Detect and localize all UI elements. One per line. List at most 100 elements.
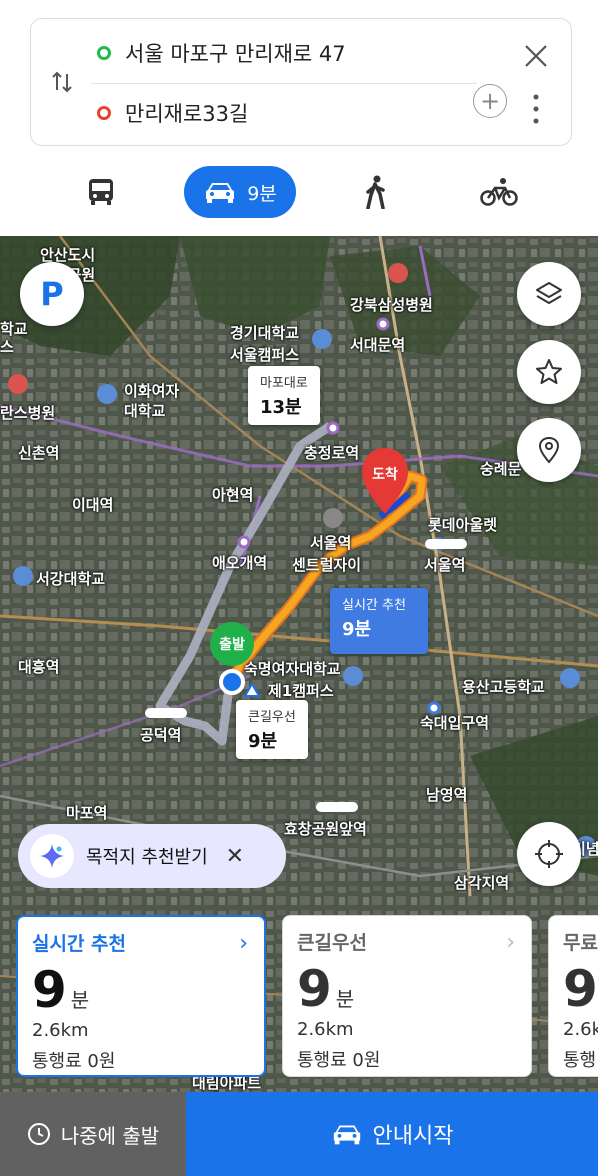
card-time-value: 9 xyxy=(297,960,332,1018)
card-title: 큰길우선 xyxy=(297,932,367,954)
map-label: 공덕역 xyxy=(140,726,182,744)
card-time: 9 분 xyxy=(32,962,250,1018)
destination-recommend-pill[interactable]: 목적지 추천받기 ✕ xyxy=(18,824,286,888)
card-toll: 통행료 0원 xyxy=(297,1050,381,1071)
card-toll: 통행 xyxy=(563,1050,597,1071)
origin-text: 서울 마포구 만리재로 47 xyxy=(125,42,346,66)
callout-name: 실시간 추천 xyxy=(342,598,406,613)
car-time-label: 9분 xyxy=(247,182,277,205)
map-label: 서강대학교 xyxy=(36,570,106,588)
more-vertical-icon xyxy=(533,94,539,124)
tab-walk[interactable] xyxy=(356,166,396,218)
tab-car[interactable]: 9분 xyxy=(184,166,296,218)
callout-name: 마포대로 xyxy=(260,376,308,391)
more-options-button[interactable] xyxy=(525,89,547,129)
parking-button[interactable]: P xyxy=(20,262,84,326)
route-search-card: 서울 마포구 만리재로 47 만리재로33길 + xyxy=(30,18,572,146)
map-label: 숙대입구역 xyxy=(420,714,490,732)
depart-later-label: 나중에 출발 xyxy=(60,1123,160,1148)
layers-button[interactable] xyxy=(517,262,581,326)
layers-icon xyxy=(536,282,562,304)
car-icon xyxy=(333,1125,360,1145)
map-label: 대학교 xyxy=(124,402,166,420)
route-card-realtime[interactable]: 실시간 추천 › 9 분 2.6km 통행료 0원 xyxy=(16,915,266,1077)
origin-field[interactable]: 서울 마포구 만리재로 47 xyxy=(97,33,346,73)
map-label: 애오개역 xyxy=(212,554,268,572)
card-title: 실시간 추천 xyxy=(32,933,127,955)
start-navigation-label: 안내시작 xyxy=(372,1124,454,1149)
map-label: 롯데아울렛 xyxy=(428,516,498,534)
map-label: 서울역 xyxy=(310,534,352,552)
destination-field[interactable]: 만리재로33길 xyxy=(97,93,248,133)
destination-pin: 도착 xyxy=(372,467,398,483)
card-time-unit: 분 xyxy=(335,987,355,1011)
map-label: 경기대학교 xyxy=(230,324,300,342)
chevron-right-icon: › xyxy=(506,930,515,955)
map-label: 충정로역 xyxy=(304,444,360,462)
bus-icon xyxy=(89,179,113,205)
card-time-value: 9 xyxy=(563,960,598,1018)
depart-later-button[interactable]: 나중에 출발 xyxy=(0,1092,186,1176)
map-label: 서대문역 xyxy=(350,336,406,354)
tab-bicycle[interactable] xyxy=(476,166,522,218)
map-label: 숭례문 xyxy=(480,460,522,478)
route-callout-mapo[interactable]: 마포대로 13분 xyxy=(248,366,320,425)
map-label: 삼각지역 xyxy=(454,874,510,892)
callout-time: 9분 xyxy=(248,731,278,752)
card-distance: 2.6km xyxy=(563,1019,598,1040)
card-time-value: 9 xyxy=(32,961,67,1019)
card-time: 9 분 xyxy=(297,961,517,1017)
map-label: 이대역 xyxy=(72,496,114,514)
callout-time: 9분 xyxy=(342,619,372,640)
card-toll: 통행료 0원 xyxy=(32,1051,116,1072)
card-title: 무료 xyxy=(563,932,598,954)
map-label: 이화여자 xyxy=(124,382,180,400)
card-distance: 2.6km xyxy=(297,1019,354,1040)
map-label: 대흥역 xyxy=(18,658,60,676)
map-label: 스 xyxy=(0,338,14,356)
map-label: 신촌역 xyxy=(18,444,60,462)
clock-icon xyxy=(27,1123,50,1145)
crosshair-icon xyxy=(535,840,563,868)
swap-icon[interactable] xyxy=(49,69,75,95)
route-card-free[interactable]: 무료 9 2.6km 통행 xyxy=(548,915,598,1077)
map-label: 남영역 xyxy=(426,786,468,804)
destination-dot-icon xyxy=(97,106,111,120)
route-card-main-road[interactable]: 큰길우선 › 9 분 2.6km 통행료 0원 xyxy=(282,915,532,1077)
route-callout-main-road[interactable]: 큰길우선 9분 xyxy=(236,700,308,759)
card-time-unit: 분 xyxy=(70,988,90,1012)
start-navigation-button[interactable]: 안내시작 xyxy=(186,1092,598,1176)
card-time: 9 xyxy=(563,961,598,1017)
place-marker-button[interactable] xyxy=(517,418,581,482)
sparkle-icon xyxy=(30,834,74,878)
card-distance: 2.6km xyxy=(32,1020,89,1041)
destination-text: 만리재로33길 xyxy=(125,102,249,126)
add-waypoint-button[interactable]: + xyxy=(473,84,507,118)
car-icon xyxy=(206,183,235,203)
divider xyxy=(91,83,477,84)
map-label: 강북삼성병원 xyxy=(350,296,433,314)
favorites-button[interactable] xyxy=(517,340,581,404)
close-button[interactable] xyxy=(521,41,551,71)
location-pin-icon xyxy=(538,436,560,464)
star-icon xyxy=(536,359,562,384)
map-label: 제1캠퍼스 xyxy=(268,682,334,700)
route-callout-realtime[interactable]: 실시간 추천 9분 xyxy=(330,588,428,654)
callout-time: 13분 xyxy=(260,397,302,418)
map-label: 효창공원앞역 xyxy=(284,820,367,838)
tab-transit[interactable] xyxy=(78,166,124,218)
callout-name: 큰길우선 xyxy=(248,710,296,725)
start-pin: 출발 xyxy=(210,622,254,666)
chevron-right-icon: › xyxy=(239,931,248,956)
map-label: 센트럴자이 xyxy=(292,556,362,574)
map-label: 마포역 xyxy=(66,804,108,822)
recommend-label: 목적지 추천받기 xyxy=(86,847,208,868)
map-label: 서울역 xyxy=(424,556,466,574)
close-icon[interactable]: ✕ xyxy=(226,844,244,869)
map-label: 란스병원 xyxy=(0,404,56,422)
walk-icon xyxy=(366,175,385,209)
current-location-button[interactable] xyxy=(517,822,581,886)
map-label: 숙명여자대학교 xyxy=(244,660,341,678)
close-icon xyxy=(525,45,547,67)
map-label: 용산고등학교 xyxy=(462,678,545,696)
